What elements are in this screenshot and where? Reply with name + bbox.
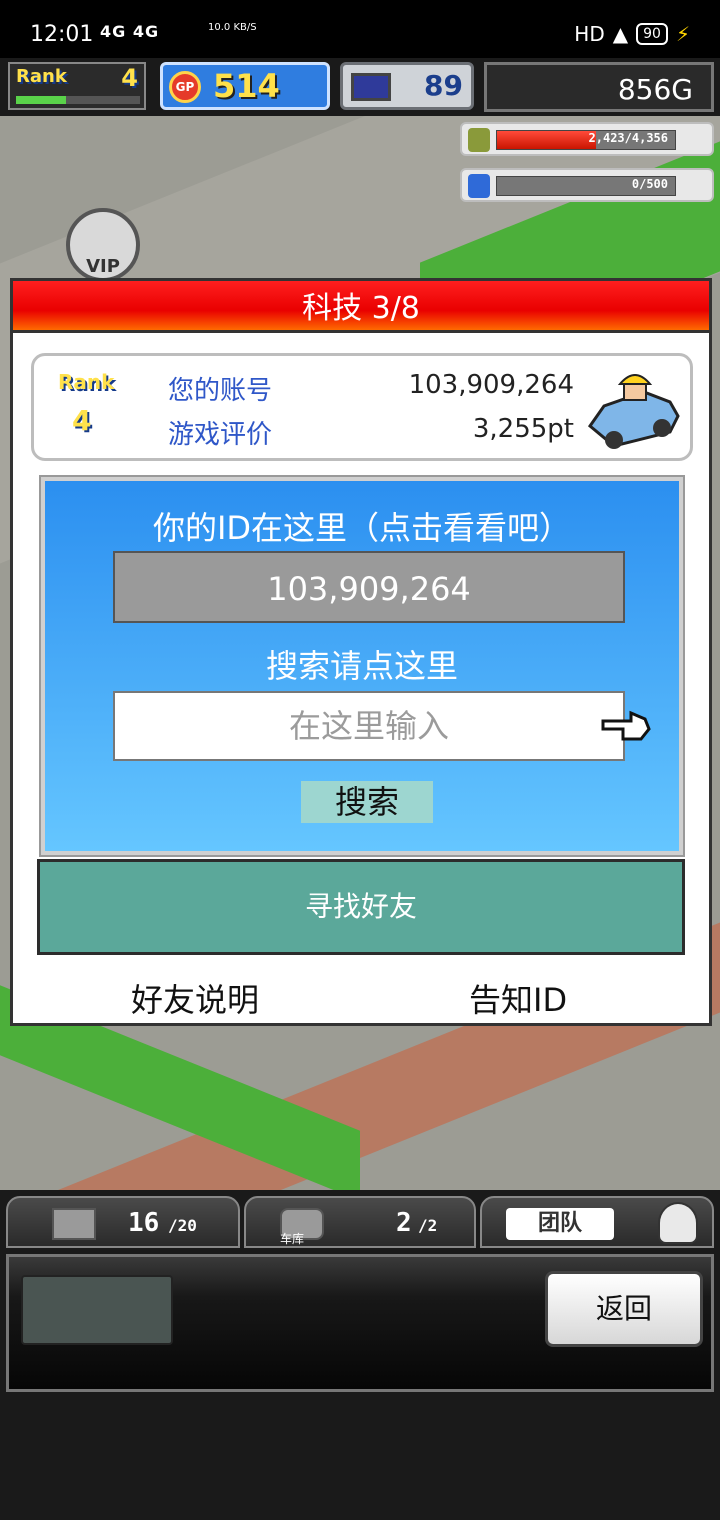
- share-id-link[interactable]: 告知ID: [469, 975, 567, 1021]
- bottom-bar: 16 /20 车库 2 /2 团队 返回: [0, 1190, 720, 1400]
- rank-value: 4: [72, 404, 92, 437]
- account-label: 您的账号: [168, 376, 273, 406]
- battery-icon: 90: [636, 23, 668, 45]
- friend-help-link[interactable]: 好友说明: [131, 975, 259, 1021]
- id-search-panel: 你的ID在这里（点击看看吧） 103,909,264 搜索请点这里 在这里输入 …: [39, 475, 685, 857]
- rank-progress-bar: [16, 96, 140, 104]
- garage-count: 2: [396, 1208, 412, 1238]
- vip-badge-icon[interactable]: VIP: [66, 208, 140, 282]
- rating-label: 游戏评价: [168, 420, 273, 450]
- clock: 12:01: [30, 22, 94, 47]
- charging-icon: ⚡: [675, 22, 690, 46]
- tab-garage[interactable]: 车库 2 /2: [244, 1196, 476, 1248]
- garage-total: /2: [418, 1216, 438, 1235]
- rank-label: Rank: [16, 66, 67, 87]
- rating-value: 3,255pt: [472, 414, 574, 444]
- coins-fill: [497, 131, 596, 149]
- search-input[interactable]: 在这里输入: [113, 691, 625, 761]
- car-icon: [587, 374, 680, 449]
- pointing-hand-icon: [601, 710, 651, 741]
- status-bar: 12:01 4G 4G 10.0 KB/S HD ▲ 90 ⚡: [0, 0, 720, 58]
- gold-value: 856G: [617, 73, 693, 106]
- back-button[interactable]: 返回: [545, 1271, 703, 1347]
- command-box: 返回: [6, 1254, 714, 1392]
- items-count: 16: [128, 1208, 160, 1238]
- potion-text: 0/500: [631, 177, 668, 191]
- find-friend-button[interactable]: 寻找好友: [37, 859, 685, 955]
- research-value: 89: [424, 69, 463, 102]
- dialog-title: 科技 3/8: [13, 281, 709, 333]
- potion-meter: 0/500: [460, 168, 714, 202]
- my-id-box[interactable]: 103,909,264: [113, 551, 625, 623]
- id-title: 你的ID在这里（点击看看吧）: [152, 509, 572, 547]
- garage-label: 车库: [280, 1232, 305, 1246]
- net-speed: 10.0 KB/S: [208, 22, 257, 33]
- gold-display: 856G: [484, 62, 714, 112]
- potion-icon: [468, 174, 490, 198]
- computer-icon: [351, 73, 391, 101]
- coins-meter: 2,423/4,356: [460, 122, 714, 156]
- research-display[interactable]: 89: [340, 62, 474, 110]
- rank-label: Rank: [58, 370, 115, 394]
- gp-icon: GP: [169, 71, 201, 103]
- rank-display: Rank 4: [8, 62, 146, 110]
- signal-icon: 4G 4G: [100, 22, 160, 41]
- coin-stack-icon: [468, 128, 490, 152]
- gp-value: 514: [213, 67, 280, 105]
- gp-display[interactable]: GP 514: [160, 62, 330, 110]
- rank-value: 4: [121, 64, 138, 92]
- items-total: /20: [168, 1216, 197, 1235]
- top-hud: Rank 4 GP 514 89 856G: [0, 58, 720, 116]
- tab-team[interactable]: 团队: [480, 1196, 714, 1248]
- hd-indicator: HD: [574, 22, 605, 46]
- navigation-bar: [0, 1400, 720, 1520]
- search-title: 搜索请点这里: [265, 647, 458, 685]
- account-value: 103,909,264: [408, 370, 574, 400]
- staff-avatar-icon: [658, 1202, 698, 1244]
- tab-items[interactable]: 16 /20: [6, 1196, 240, 1248]
- rank-progress-fill: [16, 96, 66, 104]
- coins-text: 2,423/4,356: [588, 131, 668, 145]
- empty-slot[interactable]: [21, 1275, 173, 1345]
- status-right: HD ▲ 90 ⚡: [574, 22, 690, 46]
- team-label: 团队: [506, 1208, 614, 1240]
- search-button[interactable]: 搜索: [301, 781, 433, 823]
- friends-dialog: 科技 3/8 Rank 4 您的账号 103,909,264 游戏评价 3,25…: [10, 278, 712, 1026]
- account-info-card: Rank 4 您的账号 103,909,264 游戏评价 3,255pt: [31, 353, 693, 461]
- gamepad-icon: ▲: [612, 22, 629, 46]
- crate-icon: [52, 1208, 96, 1240]
